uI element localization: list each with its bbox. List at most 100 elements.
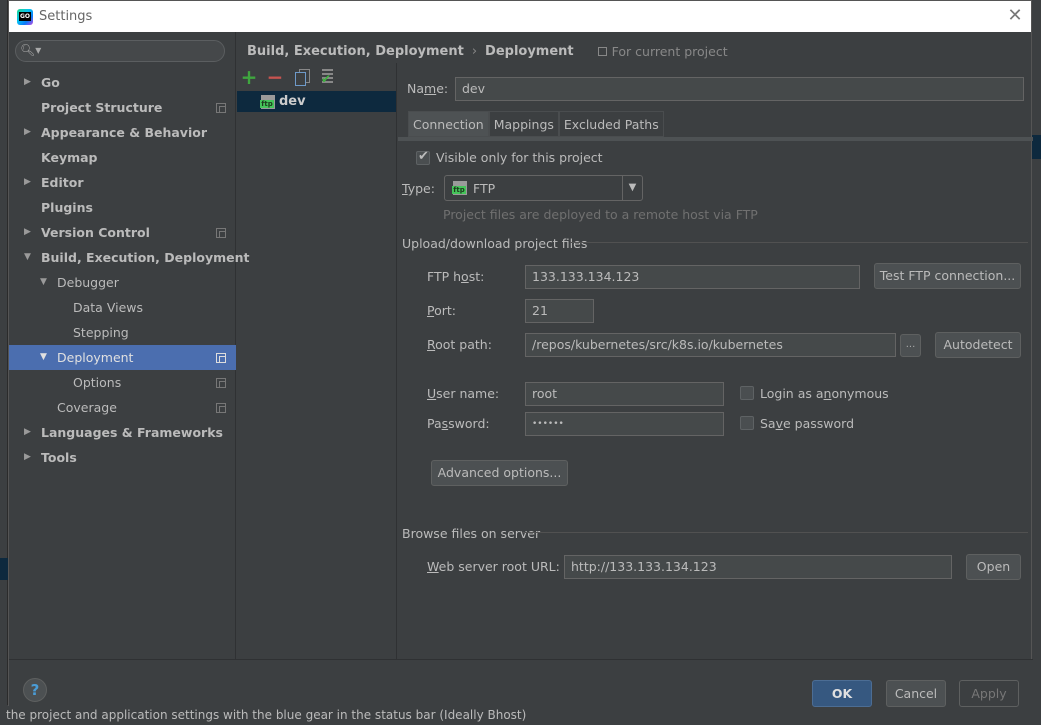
copy-server-icon[interactable] [293,69,310,86]
ide-left-panel [0,0,8,725]
project-scope-icon [216,403,226,413]
sidebar-item-label: Go [41,75,60,90]
sidebar-item-data-views[interactable]: Data Views [9,295,236,320]
type-label: Type: [402,181,435,196]
sidebar-item-label: Stepping [73,325,129,340]
sidebar-item-tools[interactable]: ▶ Tools [9,445,236,470]
window-title: Settings [39,9,93,24]
sidebar-item-go[interactable]: ▶ Go [9,70,236,95]
collapse-arrow-icon[interactable]: ▼ [40,345,47,370]
collapse-arrow-icon[interactable]: ▼ [24,245,31,270]
port-input[interactable]: 21 [525,299,594,323]
project-scope-icon [216,353,226,363]
server-name-input[interactable]: dev [455,77,1024,101]
web-server-url-input[interactable]: http://133.133.134.123 [564,555,952,579]
user-name-input[interactable]: root [525,382,724,406]
cancel-button[interactable]: Cancel [886,680,946,707]
root-path-input[interactable]: /repos/kubernetes/src/k8s.io/kubernetes [525,333,896,357]
deployment-detail-panel: Name: dev Connection Mappings Excluded P… [398,63,1033,659]
browse-root-path-button[interactable]: ... [900,334,921,357]
login-anonymous-label: Login as anonymous [760,386,889,401]
remove-server-icon[interactable]: − [267,67,284,87]
name-label: Name: [407,81,449,96]
expand-arrow-icon[interactable]: ▶ [24,220,31,245]
ide-right-selection [1032,135,1041,159]
goland-app-icon [17,8,33,25]
ide-right-panel [1032,30,1041,705]
apply-button[interactable]: Apply [959,680,1019,707]
login-anonymous-checkbox[interactable] [740,386,754,400]
ide-status-text: the project and application settings wit… [0,705,1041,725]
group-divider [570,242,1028,243]
password-label: Password: [427,416,490,431]
server-list-item[interactable]: dev [237,91,396,112]
sidebar-item-version-control[interactable]: ▶ Version Control [9,220,236,245]
autodetect-button[interactable]: Autodetect [935,332,1021,358]
web-url-label: Web server root URL: [427,559,560,574]
ftp-server-icon [260,94,275,109]
sidebar-item-build-execution-deployment[interactable]: ▼ Build, Execution, Deployment [9,245,249,270]
breadcrumb-parent[interactable]: Build, Execution, Deployment [247,44,464,59]
sidebar-item-label: Coverage [57,400,117,415]
close-button[interactable]: ✕ [1005,6,1025,26]
advanced-options-button[interactable]: Advanced options... [431,460,568,486]
expand-arrow-icon[interactable]: ▶ [24,420,31,445]
help-button[interactable]: ? [23,678,47,702]
settings-search-input[interactable]: 🔍︎▾ [15,40,225,62]
ftp-host-input[interactable]: 133.133.134.123 [525,265,860,289]
test-ftp-connection-button[interactable]: Test FTP connection... [874,263,1021,289]
open-url-button[interactable]: Open [966,554,1021,580]
sidebar-item-deployment[interactable]: ▼ Deployment [9,345,236,370]
search-icon: 🔍︎▾ [20,43,42,57]
scope-indicator: For current project [597,44,728,59]
ok-button[interactable]: OK [812,680,872,707]
sidebar-item-label: Keymap [41,150,98,165]
server-list-panel: + − dev [237,63,397,659]
collapse-arrow-icon[interactable]: ▼ [40,270,47,295]
tab-mappings[interactable]: Mappings [488,111,559,137]
sidebar-item-stepping[interactable]: Stepping [9,320,236,345]
sidebar-item-label: Version Control [41,225,150,240]
visible-only-checkbox[interactable] [416,149,430,165]
sidebar-item-project-structure[interactable]: Project Structure [9,95,236,120]
expand-arrow-icon[interactable]: ▶ [24,445,31,470]
tab-excluded-paths[interactable]: Excluded Paths [558,111,664,137]
type-select[interactable]: FTP ▼ [444,175,643,201]
sidebar-item-label: Appearance & Behavior [41,125,207,140]
server-list-toolbar: + − [237,63,396,91]
expand-arrow-icon[interactable]: ▶ [24,70,31,95]
expand-arrow-icon[interactable]: ▶ [24,170,31,195]
add-server-icon[interactable]: + [241,67,258,87]
tab-connection[interactable]: Connection [408,111,489,137]
breadcrumb: Build, Execution, Deployment › Deploymen… [247,41,728,61]
sidebar-item-languages-frameworks[interactable]: ▶ Languages & Frameworks [9,420,236,445]
sidebar-item-plugins[interactable]: Plugins [9,195,236,220]
project-scope-icon [216,378,226,388]
sidebar-item-label: Deployment [57,350,134,365]
type-hint: Project files are deployed to a remote h… [443,207,758,222]
save-password-checkbox[interactable] [740,416,754,430]
browse-group-title: Browse files on server [402,526,541,541]
sidebar-item-keymap[interactable]: Keymap [9,145,236,170]
sidebar-item-label: Data Views [73,300,143,315]
user-name-label: User name: [427,386,500,401]
save-password-label: Save password [760,416,855,431]
settings-dialog: Settings ✕ 🔍︎▾ ▶ Go Project Structure ▶ … [8,0,1033,707]
upload-group-title: Upload/download project files [402,236,588,251]
port-label: Port: [427,303,456,318]
breadcrumb-current: Deployment [485,43,574,59]
dialog-footer: ? OK Cancel Apply [9,659,1033,707]
sidebar-item-appearance-behavior[interactable]: ▶ Appearance & Behavior [9,120,236,145]
sidebar-item-debugger[interactable]: ▼ Debugger [9,270,236,295]
sidebar-item-coverage[interactable]: Coverage [9,395,236,420]
dropdown-arrow-icon[interactable]: ▼ [622,176,642,200]
password-input[interactable]: •••••• [525,412,724,436]
use-as-default-icon[interactable] [319,69,335,86]
sidebar-item-label: Debugger [57,275,119,290]
expand-arrow-icon[interactable]: ▶ [24,120,31,145]
sidebar-item-editor[interactable]: ▶ Editor [9,170,236,195]
visible-only-label: Visible only for this project [436,150,603,165]
sidebar-item-options[interactable]: Options [9,370,236,395]
sidebar-item-label: Options [73,375,122,390]
sidebar-item-label: Tools [41,450,77,465]
